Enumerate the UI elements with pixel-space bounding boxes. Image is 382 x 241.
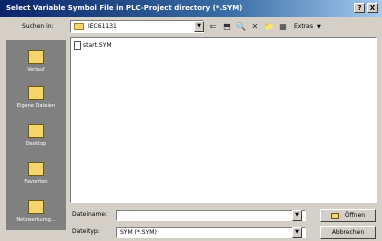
toolbar: ⇐ ⬒ 🔍 ✕ 📁 ▦ Extras ▼ — [208, 20, 321, 33]
close-button[interactable]: X — [367, 3, 378, 13]
place-my-documents-label: Eigene Dateien — [16, 103, 56, 109]
folder-icon — [74, 23, 84, 30]
place-network[interactable]: Netzwerkumg... — [6, 200, 66, 223]
title-bar-buttons: ? X — [354, 3, 378, 13]
filename-label: Dateiname: — [72, 211, 108, 218]
place-history-label: Verlauf — [27, 67, 45, 73]
file-name: start.SYM — [83, 42, 112, 49]
history-icon — [28, 50, 44, 64]
open-button[interactable]: Öffnen — [320, 209, 376, 222]
file-item[interactable]: start.SYM — [74, 41, 112, 50]
back-arrow-icon[interactable]: ⇐ — [208, 21, 218, 32]
lookin-value: IEC61131 — [88, 23, 117, 30]
help-button[interactable]: ? — [354, 3, 365, 13]
file-list[interactable]: start.SYM — [70, 37, 377, 203]
desktop-icon — [28, 124, 44, 138]
filetype-label: Dateityp: — [72, 228, 100, 235]
filename-dropdown-arrow[interactable]: ▼ — [292, 210, 302, 221]
filetype-dropdown-arrow[interactable]: ▼ — [292, 227, 302, 238]
file-dialog: Select Variable Symbol File in PLC-Proje… — [0, 0, 382, 241]
my-documents-icon — [28, 86, 44, 100]
lookin-dropdown[interactable]: IEC61131 — [70, 20, 204, 33]
extras-menu[interactable]: Extras — [294, 23, 313, 30]
favorites-icon — [28, 162, 44, 176]
places-bar: Verlauf Eigene Dateien Desktop Favoriten… — [6, 40, 66, 230]
place-desktop[interactable]: Desktop — [6, 124, 66, 147]
up-folder-icon[interactable]: ⬒ — [222, 21, 232, 32]
lookin-dropdown-arrow[interactable]: ▼ — [194, 21, 204, 32]
place-network-label: Netzwerkumg... — [16, 217, 56, 223]
title-bar: Select Variable Symbol File in PLC-Proje… — [0, 0, 382, 17]
filename-input[interactable] — [116, 210, 306, 221]
place-favorites-label: Favoriten — [24, 179, 48, 185]
extras-dropdown-icon[interactable]: ▼ — [317, 24, 321, 30]
cancel-button[interactable]: Abbrechen — [320, 226, 376, 239]
file-icon — [74, 41, 81, 50]
open-button-label: Öffnen — [344, 212, 366, 219]
window-title: Select Variable Symbol File in PLC-Proje… — [6, 4, 243, 12]
search-web-icon[interactable]: 🔍 — [236, 21, 246, 32]
lookin-label: Suchen in: — [22, 23, 54, 30]
place-desktop-label: Desktop — [25, 141, 47, 147]
place-favorites[interactable]: Favoriten — [6, 162, 66, 185]
place-my-documents[interactable]: Eigene Dateien — [6, 86, 66, 109]
filetype-select[interactable]: SYM (*.SYM) — [116, 227, 306, 238]
view-menu-icon[interactable]: ▦ — [278, 21, 288, 32]
open-folder-icon — [330, 212, 339, 219]
place-history[interactable]: Verlauf — [6, 50, 66, 73]
new-folder-icon[interactable]: 📁 — [264, 21, 274, 32]
network-icon — [28, 200, 44, 214]
delete-icon[interactable]: ✕ — [250, 21, 260, 32]
